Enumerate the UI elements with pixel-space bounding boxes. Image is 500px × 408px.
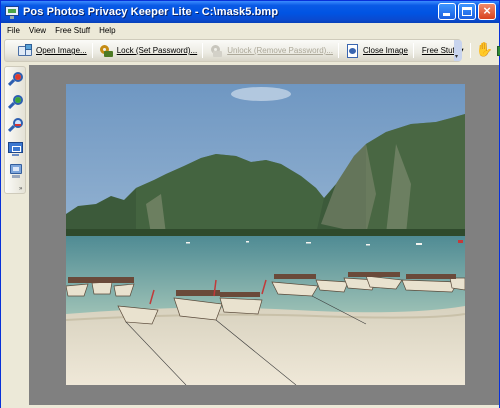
maximize-button[interactable]	[458, 3, 476, 20]
maximize-icon	[462, 7, 472, 16]
monitor-icon[interactable]	[5, 5, 19, 19]
extra-app-button[interactable]	[494, 41, 500, 60]
title-bar[interactable]: Pos Photos Privacy Keeper Lite - C:\mask…	[1, 1, 499, 23]
open-image-button[interactable]: Open Image...	[15, 41, 89, 60]
menu-help[interactable]: Help	[99, 26, 115, 35]
unlock-button[interactable]: Unlock (Remove Password)...	[206, 41, 335, 60]
actual-size-button[interactable]	[7, 163, 24, 180]
main-toolbar: Open Image... Lock (Set Password)... Unl…	[4, 39, 500, 62]
close-window-button[interactable]: ×	[478, 3, 496, 20]
zoom-out-button[interactable]	[7, 117, 24, 134]
toolbar-separator	[338, 43, 339, 58]
toolbar-separator	[202, 43, 204, 58]
close-icon: ×	[483, 3, 491, 18]
open-image-label: Open Image...	[36, 46, 87, 55]
lock-key-icon	[98, 43, 114, 59]
window-controls: ×	[438, 3, 496, 20]
hand-pan-icon	[476, 42, 493, 59]
minimize-button[interactable]	[438, 3, 456, 20]
app-window: Pos Photos Privacy Keeper Lite - C:\mask…	[0, 0, 500, 408]
lock-button[interactable]: Lock (Set Password)...	[96, 41, 199, 60]
free-stuff-label: Free Stuff	[421, 46, 457, 55]
image-viewport[interactable]	[29, 65, 499, 405]
close-image-button[interactable]: Close Image	[342, 41, 410, 60]
close-image-icon	[344, 43, 360, 59]
zoom-area-button[interactable]	[7, 94, 24, 111]
toolbar-separator	[469, 43, 471, 58]
toolbar-separator	[412, 43, 414, 58]
toolbar-separator	[91, 43, 93, 58]
lock-label: Lock (Set Password)...	[116, 46, 198, 55]
menu-file[interactable]: File	[7, 26, 20, 35]
menu-bar: File View Free Stuff Help	[1, 23, 499, 38]
minimize-icon	[443, 13, 450, 16]
fit-screen-button[interactable]	[7, 140, 24, 157]
beach-longtail-boats-photo	[66, 84, 465, 385]
toolbar-overflow-chevron-icon[interactable]	[454, 40, 462, 61]
window-title: Pos Photos Privacy Keeper Lite - C:\mask…	[23, 6, 279, 18]
zoom-in-button[interactable]	[7, 71, 24, 88]
menu-free-stuff[interactable]: Free Stuff	[55, 26, 90, 35]
green-app-icon	[496, 43, 500, 59]
unlock-label: Unlock (Remove Password)...	[227, 46, 333, 55]
side-toolbar: »	[4, 66, 26, 194]
close-image-label: Close Image	[363, 46, 408, 55]
menu-view[interactable]: View	[29, 26, 46, 35]
open-image-icon	[17, 43, 33, 59]
side-toolbar-chevron-icon[interactable]: »	[19, 186, 22, 192]
hand-tool-button[interactable]	[474, 41, 494, 60]
unlock-key-icon	[208, 43, 224, 59]
